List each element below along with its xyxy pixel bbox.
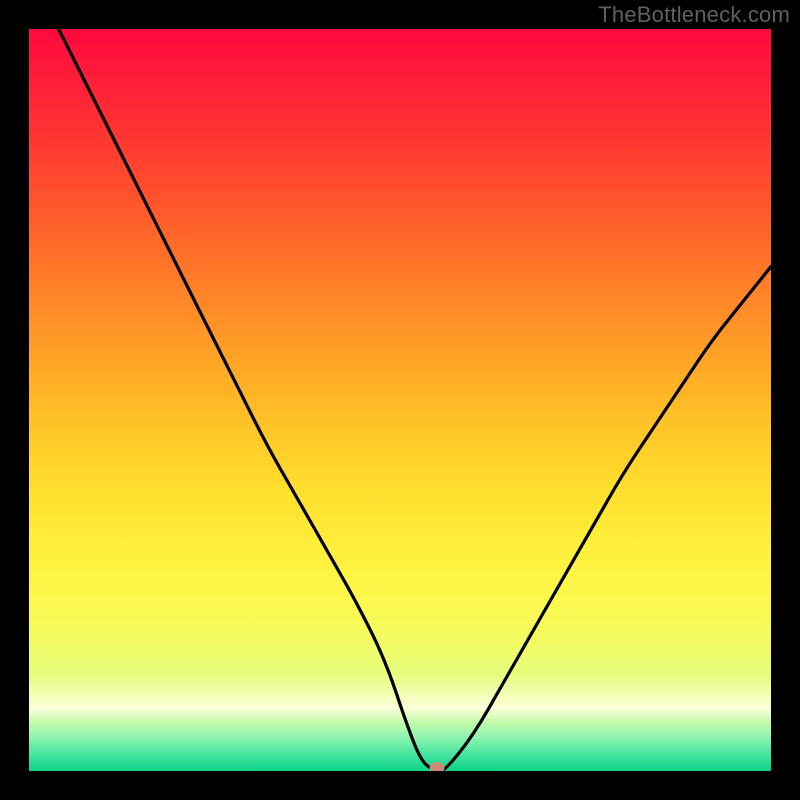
watermark-text: TheBottleneck.com: [598, 2, 790, 28]
optimum-marker-icon: [430, 762, 445, 771]
chart-frame: TheBottleneck.com: [0, 0, 800, 800]
plot-area: [29, 29, 771, 771]
bottleneck-curve: [29, 29, 771, 771]
